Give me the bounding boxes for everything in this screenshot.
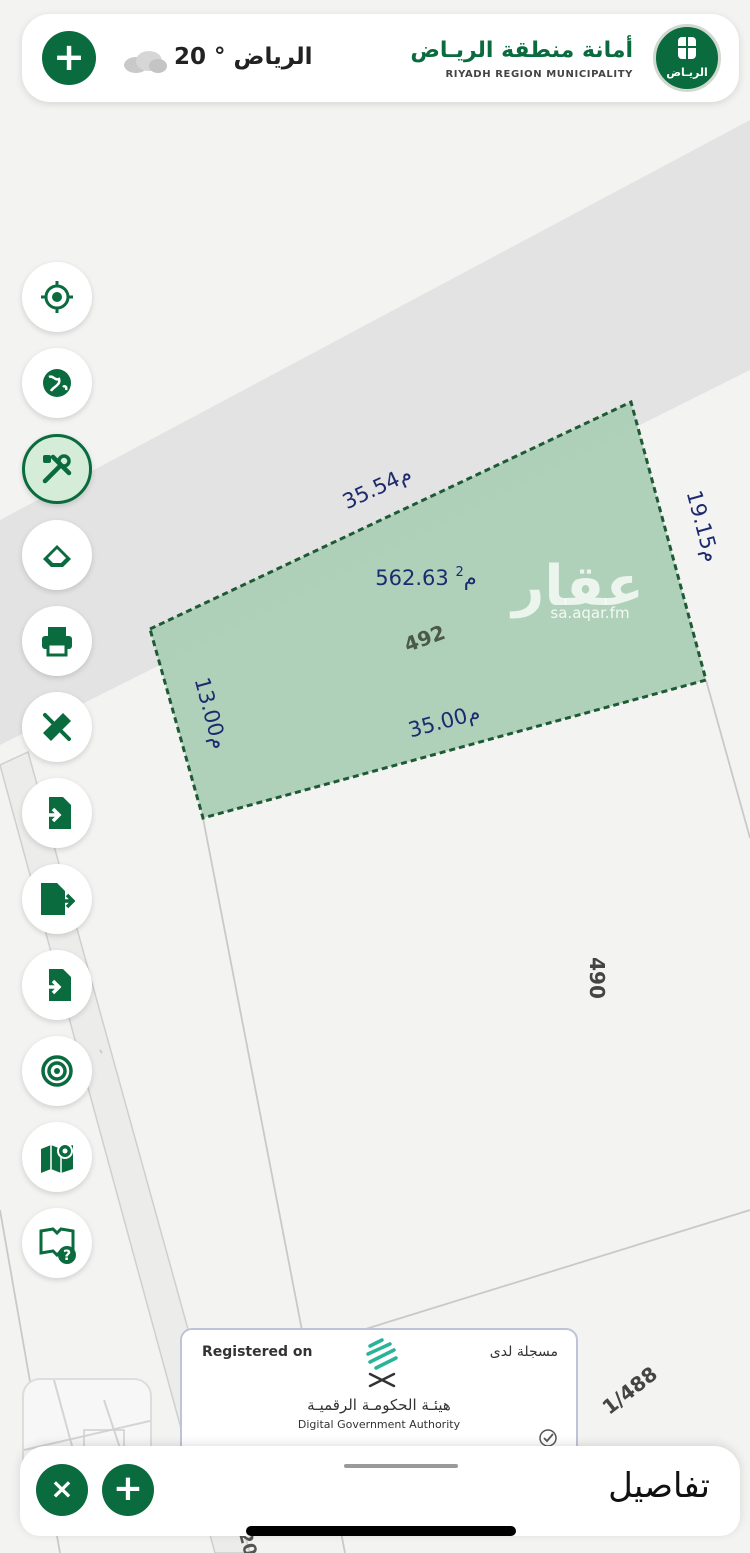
municipality-name-en: RIYADH REGION MUNICIPALITY — [445, 69, 633, 80]
svg-text:?: ? — [63, 1248, 71, 1264]
details-panel[interactable]: × + تفاصيل — [20, 1446, 740, 1536]
eraser-button[interactable] — [22, 520, 92, 590]
top-header: + الرياض ° 20 أمانة منطقة الريـاض RIYADH… — [22, 14, 739, 102]
ruler-pencil-icon — [43, 713, 71, 741]
cloud-icon — [124, 51, 167, 73]
authority-name-en: Digital Government Authority — [297, 1418, 461, 1431]
palm-emblem-icon — [678, 35, 696, 61]
drag-handle[interactable] — [344, 1464, 458, 1468]
watermark-en: sa.aqar.fm — [550, 604, 629, 622]
file-export-icon — [41, 883, 75, 915]
map-pin-button[interactable] — [22, 1122, 92, 1192]
weather-text: الرياض ° 20 — [174, 44, 313, 70]
crosshair-icon — [41, 281, 73, 313]
side-right-label: 19.15م — [682, 488, 724, 565]
basemap-button[interactable] — [22, 348, 92, 418]
import-2-button[interactable] — [22, 950, 92, 1020]
tools-icon — [42, 454, 72, 484]
neighbor-parcel-488: 1/488 — [597, 1362, 661, 1420]
locate-button[interactable] — [22, 262, 92, 332]
verified-check-icon — [539, 1429, 557, 1447]
close-icon: × — [50, 1472, 74, 1505]
measure-button[interactable] — [22, 692, 92, 762]
dga-logo-icon — [366, 1338, 398, 1388]
export-button[interactable] — [22, 864, 92, 934]
authority-name-ar: هيئـة الحكومـة الرقميـة — [307, 1396, 451, 1414]
panel-title: تفاصيل — [608, 1466, 710, 1506]
target-icon — [41, 1055, 73, 1087]
tools-button[interactable] — [22, 434, 92, 504]
emblem-text: الريـاض — [666, 66, 708, 79]
neighbor-parcel-490: 490 — [585, 957, 609, 999]
globe-icon — [43, 369, 71, 397]
municipality-name-ar: أمانة منطقة الريـاض — [410, 38, 633, 63]
panel-add-button[interactable]: + — [102, 1464, 154, 1516]
file-import-icon — [41, 969, 71, 1001]
printer-icon — [42, 627, 72, 657]
close-button[interactable]: × — [36, 1464, 88, 1516]
plus-icon: + — [112, 1468, 144, 1509]
add-button[interactable]: + — [42, 31, 96, 85]
home-indicator[interactable] — [246, 1526, 516, 1536]
help-button[interactable]: ? — [22, 1208, 92, 1278]
registered-on-label: Registered on — [202, 1344, 313, 1360]
map-pin-icon — [41, 1143, 73, 1173]
municipality-emblem: الريـاض — [653, 24, 721, 92]
plus-icon: + — [53, 35, 85, 79]
print-button[interactable] — [22, 606, 92, 676]
file-import-icon — [41, 797, 71, 829]
book-help-icon: ? — [39, 1227, 76, 1264]
target-button[interactable] — [22, 1036, 92, 1106]
map-canvas[interactable]: عقار sa.aqar.fm 35.54م 19.15م 35.00م 13.… — [0, 0, 750, 1553]
registered-on-label-ar: مسجلة لدى — [489, 1344, 558, 1360]
import-button[interactable] — [22, 778, 92, 848]
eraser-icon — [43, 545, 71, 567]
